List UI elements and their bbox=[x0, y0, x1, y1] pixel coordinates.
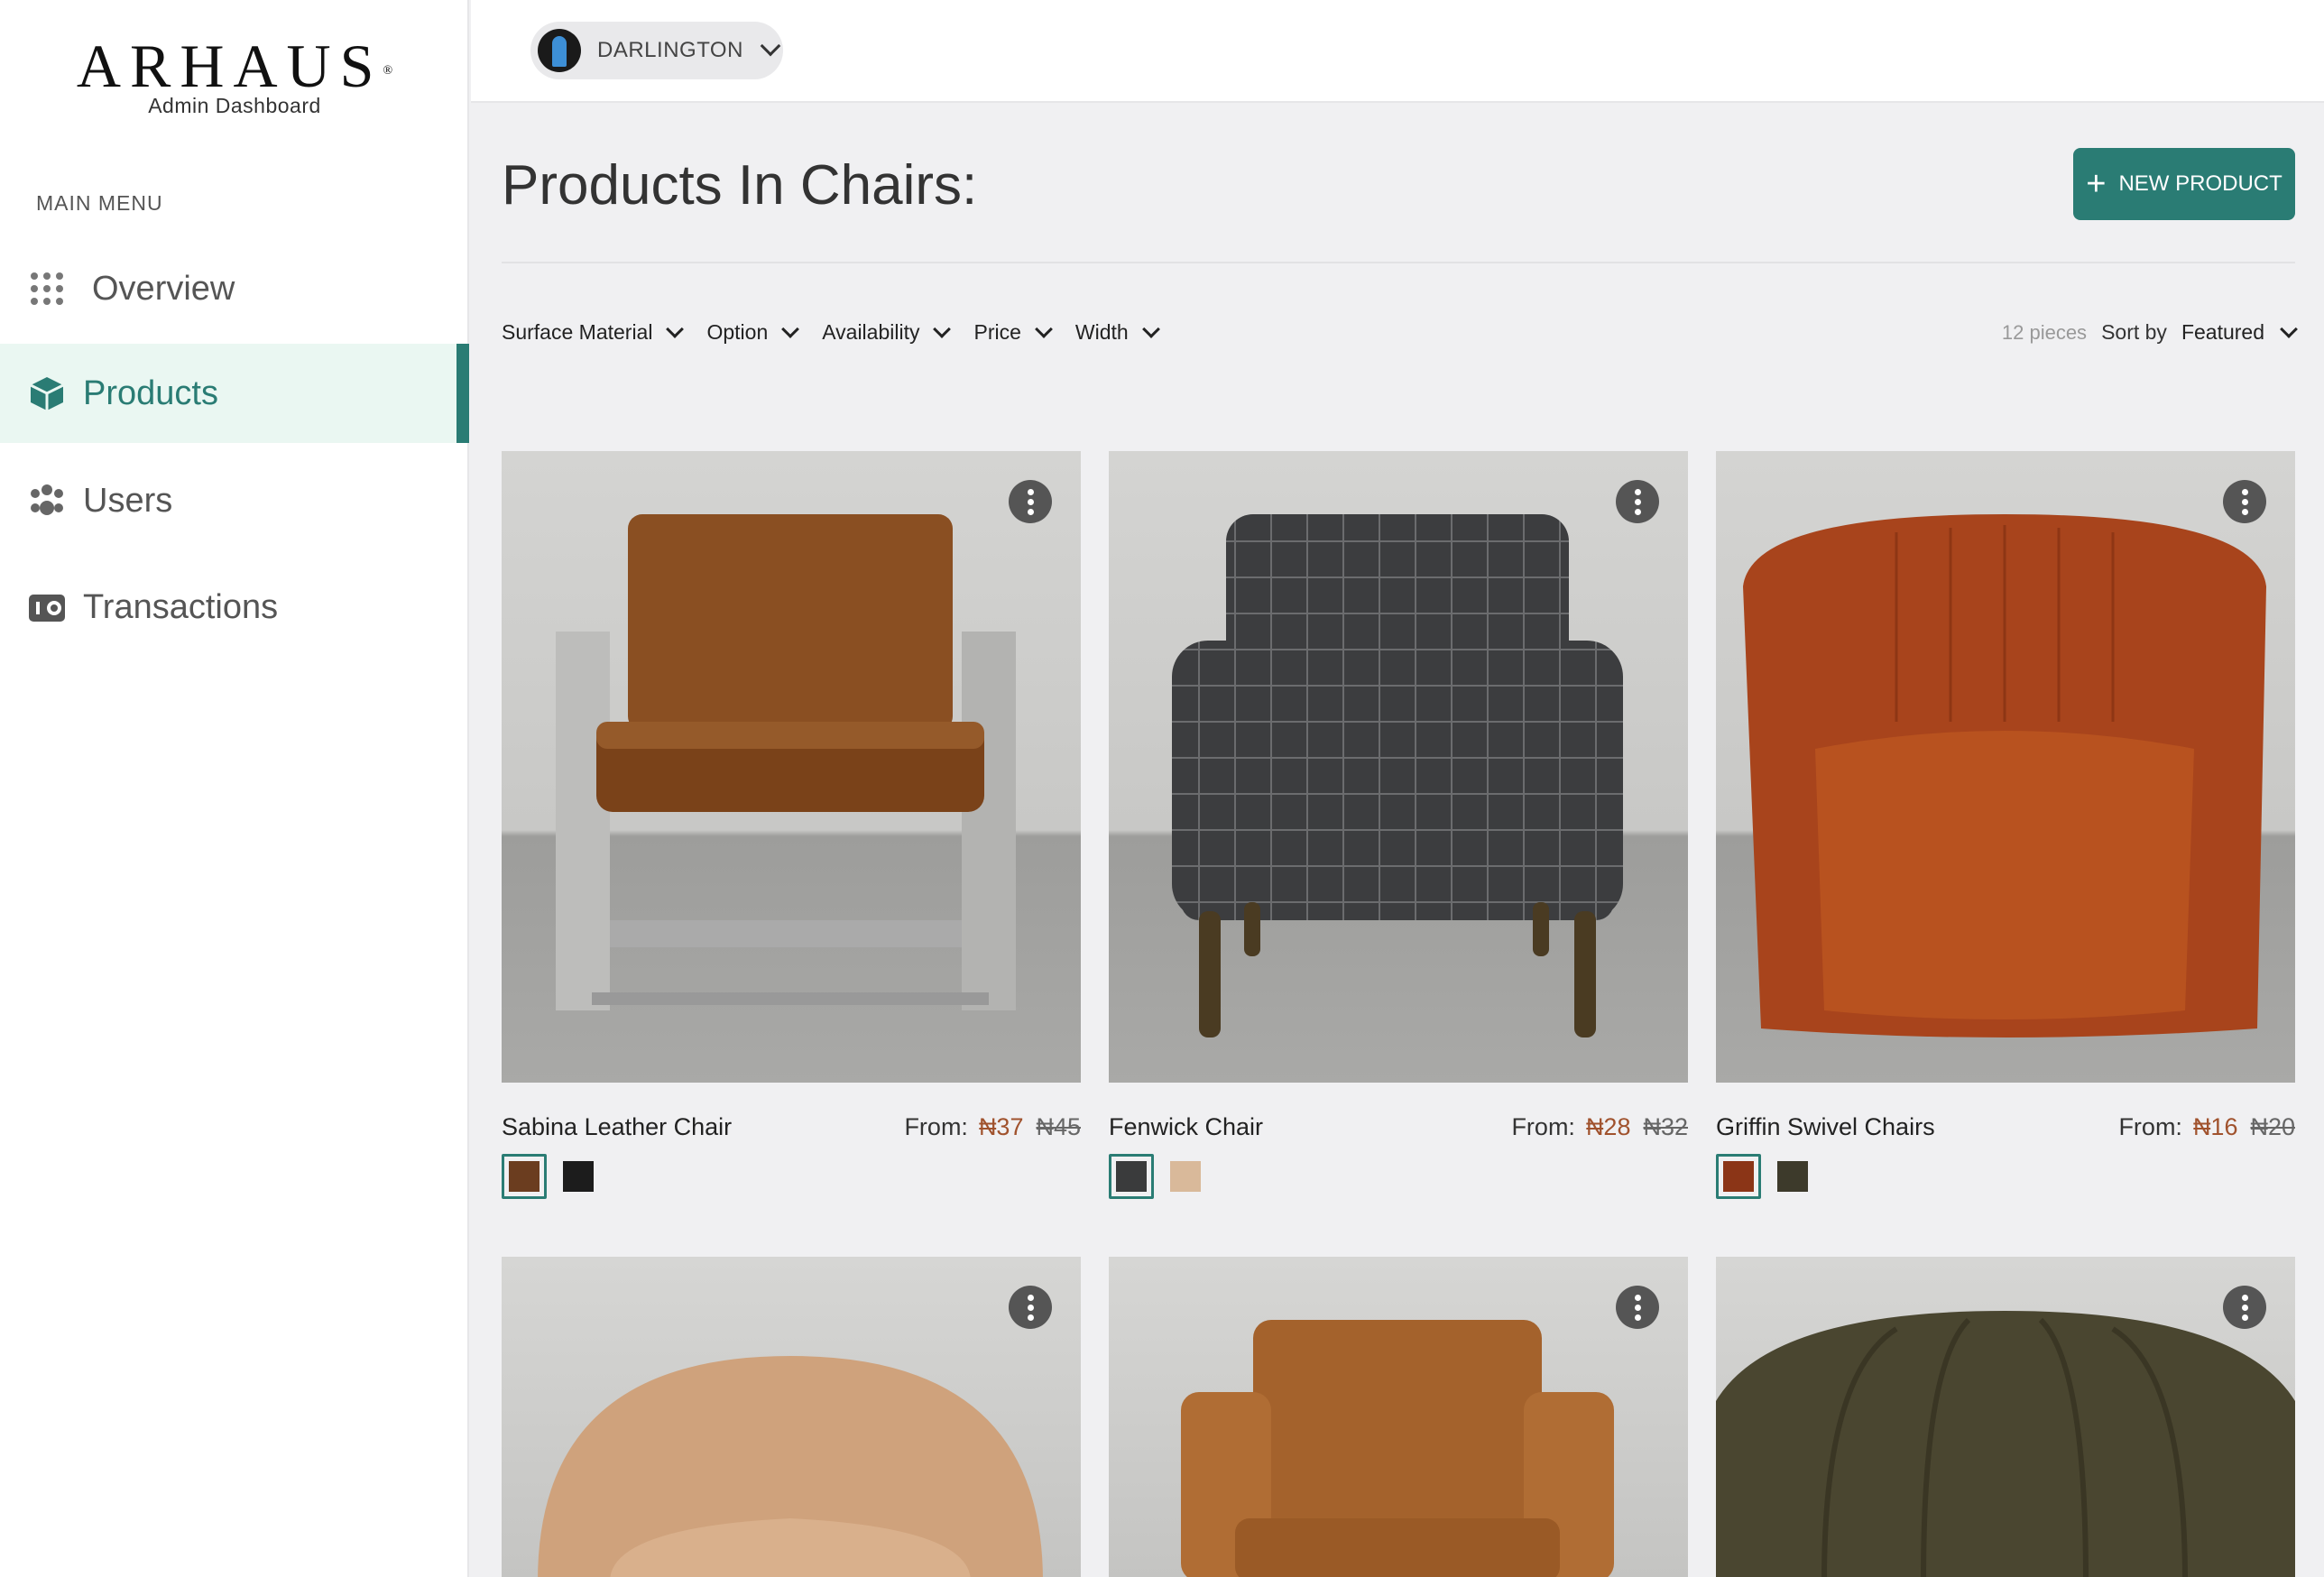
plaid-chair-image bbox=[1172, 514, 1623, 1038]
more-options-icon[interactable] bbox=[1009, 480, 1052, 523]
color-swatches bbox=[1716, 1154, 2295, 1199]
product-name[interactable]: Fenwick Chair bbox=[1109, 1113, 1263, 1141]
product-card[interactable]: Griffin Swivel Chairs From: ₦16 ₦20 bbox=[1716, 451, 2295, 1199]
current-price: ₦16 bbox=[2192, 1113, 2238, 1140]
sidebar-item-label: Products bbox=[83, 374, 218, 412]
original-price: ₦20 bbox=[2250, 1113, 2295, 1140]
original-price: ₦45 bbox=[1036, 1113, 1081, 1140]
chevron-down-icon bbox=[760, 35, 781, 57]
chevron-down-icon bbox=[666, 319, 685, 338]
grid-icon bbox=[27, 269, 67, 309]
color-swatches bbox=[1109, 1154, 1688, 1199]
chevron-down-icon bbox=[1034, 319, 1053, 338]
sort-dropdown[interactable]: Featured bbox=[2181, 320, 2264, 345]
person-avatar-icon bbox=[538, 29, 581, 72]
filter-price[interactable]: Price bbox=[973, 319, 1053, 345]
price-from-label: From: bbox=[1511, 1113, 1575, 1140]
product-image[interactable] bbox=[1716, 1257, 2295, 1577]
product-card[interactable]: Sabina Leather Chair From: ₦37 ₦45 bbox=[502, 451, 1081, 1199]
filter-width[interactable]: Width bbox=[1074, 319, 1160, 345]
cube-icon bbox=[27, 374, 67, 413]
filter-label: Option bbox=[706, 320, 769, 344]
more-options-icon[interactable] bbox=[2223, 480, 2266, 523]
leather-chair-image bbox=[556, 514, 1016, 1010]
filter-label: Price bbox=[973, 320, 1021, 344]
filter-availability[interactable]: Availability bbox=[822, 319, 952, 345]
product-price: From: ₦16 ₦20 bbox=[2118, 1113, 2295, 1141]
swatch-beige[interactable] bbox=[1163, 1154, 1208, 1199]
divider bbox=[502, 262, 2295, 263]
product-card[interactable] bbox=[502, 1257, 1081, 1577]
sidebar-item-users[interactable]: Users bbox=[0, 451, 469, 550]
tan-chair-image bbox=[538, 1356, 1043, 1577]
main-menu-title: MAIN MENU bbox=[36, 191, 163, 215]
color-swatches bbox=[502, 1154, 1081, 1199]
swatch-black[interactable] bbox=[556, 1154, 601, 1199]
sort-label: Sort by bbox=[2101, 320, 2167, 344]
new-product-label: NEW PRODUCT bbox=[2118, 171, 2282, 196]
wallet-icon bbox=[27, 587, 67, 627]
users-icon bbox=[27, 481, 67, 521]
filter-surface-material[interactable]: Surface Material bbox=[502, 319, 685, 345]
product-card[interactable]: Fenwick Chair From: ₦28 ₦32 bbox=[1109, 451, 1688, 1199]
sidebar-item-overview[interactable]: Overview bbox=[0, 239, 469, 338]
store-name: DARLINGTON bbox=[597, 38, 743, 62]
product-card[interactable] bbox=[1109, 1257, 1688, 1577]
swatch-charcoal[interactable] bbox=[1109, 1154, 1154, 1199]
product-image[interactable] bbox=[1716, 451, 2295, 1083]
product-price: From: ₦28 ₦32 bbox=[1511, 1113, 1688, 1141]
swatch-rust[interactable] bbox=[1716, 1154, 1761, 1199]
sort-control: 12 pieces Sort by Featured bbox=[2001, 319, 2298, 345]
plus-icon: + bbox=[2086, 165, 2107, 203]
olive-chair-image bbox=[1716, 1311, 2295, 1577]
more-options-icon[interactable] bbox=[1009, 1286, 1052, 1329]
brand-subtitle: Admin Dashboard bbox=[148, 94, 321, 117]
sidebar-item-label: Transactions bbox=[83, 587, 279, 626]
price-from-label: From: bbox=[2118, 1113, 2182, 1140]
brand-name: ARHAUS® bbox=[76, 32, 393, 100]
product-price: From: ₦37 ₦45 bbox=[904, 1113, 1081, 1141]
swatch-brown[interactable] bbox=[502, 1154, 547, 1199]
top-bar: DARLINGTON bbox=[471, 0, 2324, 103]
swivel-chair-image bbox=[1743, 514, 2266, 1038]
filter-option[interactable]: Option bbox=[706, 319, 800, 345]
new-product-button[interactable]: + NEW PRODUCT bbox=[2073, 148, 2295, 220]
filter-label: Availability bbox=[822, 320, 920, 344]
price-from-label: From: bbox=[904, 1113, 968, 1140]
page-title: Products In Chairs: bbox=[502, 154, 978, 217]
product-count: 12 pieces bbox=[2001, 320, 2088, 344]
store-selector[interactable]: DARLINGTON bbox=[530, 22, 783, 79]
chevron-down-icon bbox=[1141, 319, 1160, 338]
brand-logo[interactable]: ARHAUS® Admin Dashboard bbox=[0, 34, 469, 118]
product-info: Sabina Leather Chair From: ₦37 ₦45 bbox=[502, 1113, 1081, 1141]
original-price: ₦32 bbox=[1643, 1113, 1688, 1140]
product-image[interactable] bbox=[1109, 451, 1688, 1083]
sidebar-item-products[interactable]: Products bbox=[0, 344, 469, 443]
product-image[interactable] bbox=[502, 1257, 1081, 1577]
swatch-olive[interactable] bbox=[1770, 1154, 1815, 1199]
chevron-down-icon bbox=[933, 319, 952, 338]
chevron-down-icon[interactable] bbox=[2280, 319, 2298, 338]
current-price: ₦28 bbox=[1585, 1113, 1631, 1140]
product-name[interactable]: Sabina Leather Chair bbox=[502, 1113, 732, 1141]
filter-bar: Surface Material Option Availability Pri… bbox=[502, 319, 1183, 345]
product-card[interactable] bbox=[1716, 1257, 2295, 1577]
more-options-icon[interactable] bbox=[1616, 480, 1659, 523]
product-info: Fenwick Chair From: ₦28 ₦32 bbox=[1109, 1113, 1688, 1141]
sidebar-item-label: Overview bbox=[92, 269, 235, 308]
sidebar-item-transactions[interactable]: Transactions bbox=[0, 558, 469, 657]
cognac-chair-image bbox=[1181, 1320, 1614, 1577]
sidebar-item-label: Users bbox=[83, 481, 173, 520]
product-info: Griffin Swivel Chairs From: ₦16 ₦20 bbox=[1716, 1113, 2295, 1141]
product-image[interactable] bbox=[1109, 1257, 1688, 1577]
filter-label: Width bbox=[1074, 320, 1129, 344]
chevron-down-icon bbox=[781, 319, 800, 338]
current-price: ₦37 bbox=[978, 1113, 1024, 1140]
sidebar: ARHAUS® Admin Dashboard MAIN MENU Overvi… bbox=[0, 0, 469, 1577]
more-options-icon[interactable] bbox=[2223, 1286, 2266, 1329]
product-image[interactable] bbox=[502, 451, 1081, 1083]
more-options-icon[interactable] bbox=[1616, 1286, 1659, 1329]
product-name[interactable]: Griffin Swivel Chairs bbox=[1716, 1113, 1935, 1141]
filter-label: Surface Material bbox=[502, 320, 653, 344]
